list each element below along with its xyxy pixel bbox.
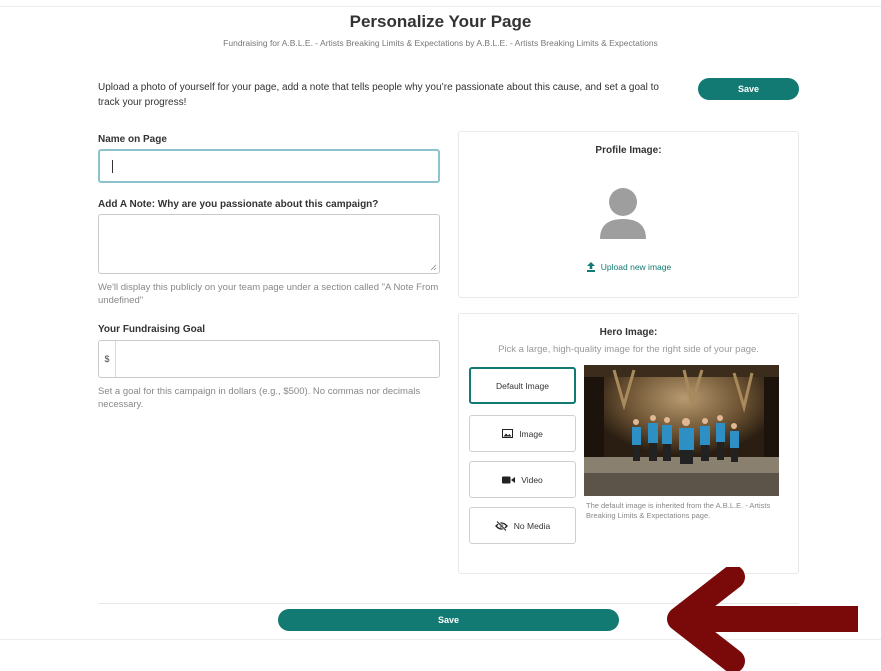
goal-help-text: Set a goal for this campaign in dollars …	[98, 386, 421, 410]
goal-input[interactable]: $	[98, 340, 440, 378]
intro-text: Upload a photo of yourself for your page…	[98, 82, 659, 108]
note-textarea[interactable]	[98, 214, 440, 274]
avatar-placeholder-icon	[600, 188, 646, 239]
upload-icon	[586, 262, 595, 272]
save-button-top[interactable]: Save	[698, 78, 799, 100]
image-option-label: Image	[519, 428, 543, 439]
note-label: Add A Note: Why are you passionate about…	[98, 199, 379, 210]
video-option-label: Video	[521, 474, 543, 485]
upload-new-image-link[interactable]: Upload new image	[459, 262, 798, 272]
page-title: Personalize Your Page	[349, 12, 532, 31]
default-image-button[interactable]: Default Image	[469, 367, 576, 404]
profile-image-card: Profile Image: Upload new image	[458, 131, 799, 298]
resize-handle-icon[interactable]	[430, 264, 437, 271]
save-button-bottom[interactable]: Save	[278, 609, 619, 631]
image-icon	[502, 429, 514, 438]
upload-link-label: Upload new image	[600, 262, 672, 272]
note-help-text: We'll display this publicly on your team…	[98, 282, 439, 306]
pointer-arrow-icon	[667, 567, 858, 671]
hero-image-subtitle: Pick a large, high-quality image for the…	[498, 344, 759, 355]
eye-slash-icon	[494, 520, 508, 531]
no-media-option-button[interactable]: No Media	[469, 507, 576, 544]
goal-label: Your Fundraising Goal	[98, 324, 206, 335]
image-option-button[interactable]: Image	[469, 415, 576, 452]
profile-image-title: Profile Image:	[595, 145, 662, 156]
name-label: Name on Page	[98, 134, 167, 145]
currency-prefix: $	[99, 341, 116, 377]
hero-image-caption: The default image is inherited from the …	[586, 501, 771, 520]
hero-image-preview	[584, 365, 779, 496]
no-media-option-label: No Media	[513, 520, 551, 531]
name-input[interactable]	[98, 149, 440, 183]
text-caret	[112, 160, 113, 173]
video-camera-icon	[502, 476, 516, 483]
top-divider	[0, 6, 881, 7]
hero-image-title: Hero Image:	[599, 327, 658, 338]
hero-image-card: Hero Image: Pick a large, high-quality i…	[458, 313, 799, 574]
page-subtitle: Fundraising for A.B.L.E. - Artists Break…	[223, 38, 658, 48]
video-option-button[interactable]: Video	[469, 461, 576, 498]
default-image-label: Default Image	[496, 380, 549, 391]
